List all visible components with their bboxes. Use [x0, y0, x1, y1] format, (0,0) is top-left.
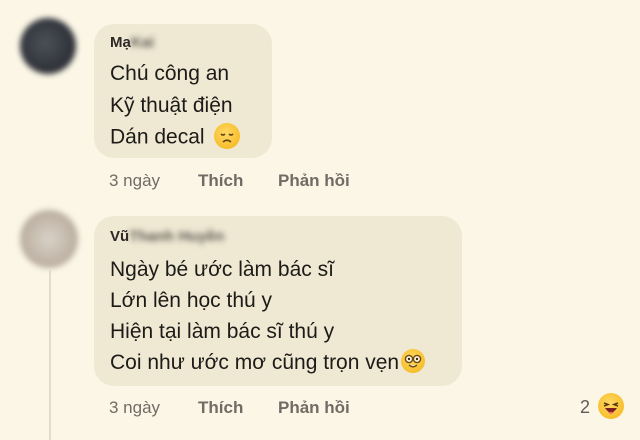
comment-line-with-emoji: Coi như ước mơ cũng trọn vẹn: [110, 349, 426, 375]
comment-line-with-emoji: Dán decal: [110, 123, 241, 151]
reply-button[interactable]: Phản hồi: [278, 398, 350, 418]
comment-time: 3 ngày: [109, 171, 161, 190]
comment-bubble: MạKai Chú công an Kỹ thuật điện Dán deca…: [94, 24, 272, 158]
comment-line-text: Dán decal: [110, 125, 205, 149]
reaction-count: 2: [580, 397, 591, 417]
comment-author[interactable]: MạKai: [110, 34, 154, 51]
avatar[interactable]: [20, 18, 76, 74]
comment-line: Lớn lên học thú y: [110, 289, 273, 312]
like-button[interactable]: Thích: [198, 398, 243, 418]
author-name: Vũ: [110, 228, 130, 245]
author-name: Mạ: [110, 34, 131, 51]
thread-line: [49, 270, 51, 440]
comment-bubble: VũThanh Huyền Ngày bé ước làm bác sĩ Lớn…: [94, 216, 462, 386]
reply-button[interactable]: Phản hồi: [278, 171, 350, 191]
disappointed-face-icon: [214, 123, 241, 149]
comment-line: Hiện tại làm bác sĩ thú y: [110, 320, 335, 343]
comment-author[interactable]: VũThanh Huyền: [110, 228, 224, 245]
like-button[interactable]: Thích: [198, 171, 243, 191]
nerd-face-icon: [401, 349, 426, 374]
author-name-hidden: Thanh Huyền: [129, 228, 225, 245]
author-name-hidden: Kai: [130, 34, 155, 51]
comment-line: Kỹ thuật điện: [110, 94, 233, 117]
comment-line-text: Coi như ước mơ cũng trọn vẹn: [110, 351, 400, 374]
comment-line: Ngày bé ước làm bác sĩ: [110, 258, 334, 281]
comment-time: 3 ngày: [109, 398, 161, 417]
comment-line: Chú công an: [110, 62, 230, 85]
avatar[interactable]: [20, 210, 78, 268]
reaction-summary[interactable]: 2: [578, 393, 626, 421]
laughing-face-icon: [598, 393, 624, 419]
